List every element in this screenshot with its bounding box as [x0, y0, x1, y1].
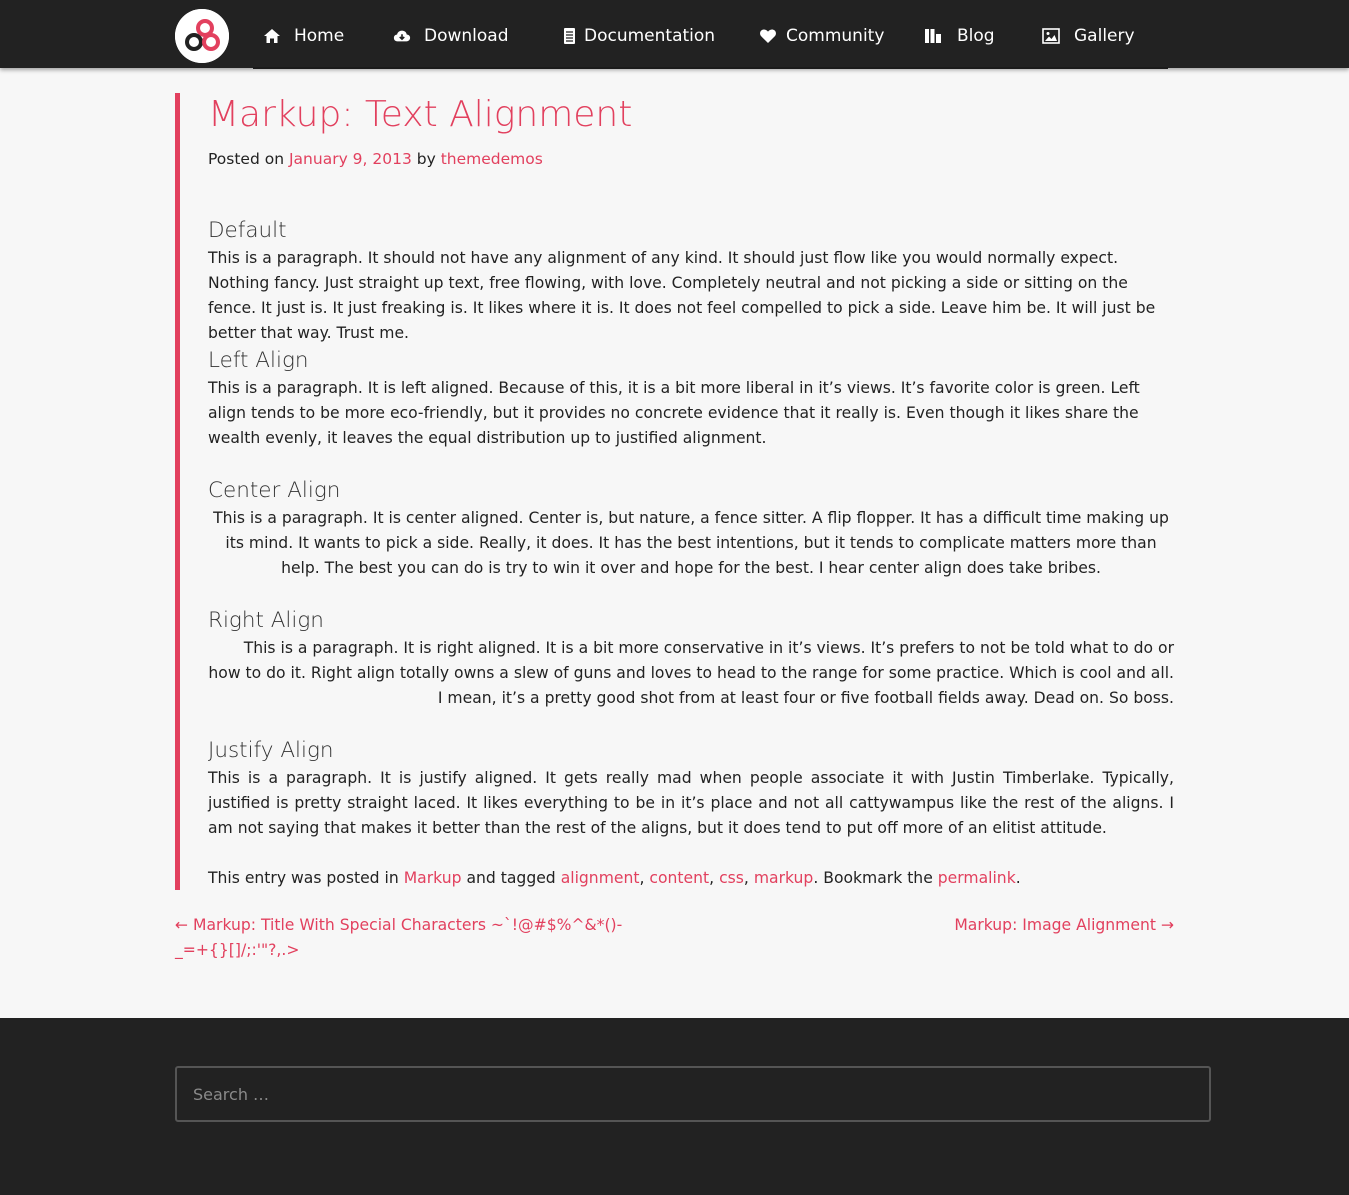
author-link[interactable]: themedemos [441, 150, 543, 168]
book-icon [924, 27, 942, 45]
posted-on-label: Posted on [208, 150, 285, 168]
tag-link-markup[interactable]: markup [754, 869, 814, 887]
permalink-link[interactable]: permalink [938, 869, 1016, 887]
entry-footer-tagged: and tagged [466, 869, 556, 887]
post-meta: Posted on January 9, 2013 by themedemos [208, 150, 543, 168]
paragraph-right-align: This is a paragraph. It is right aligned… [208, 639, 1174, 707]
article-accent-bar [175, 93, 180, 890]
tag-link-alignment[interactable]: alignment [561, 869, 640, 887]
section-heading-center-align: Center Align [208, 478, 341, 503]
document-icon [560, 27, 578, 45]
tag-link-css[interactable]: css [719, 869, 744, 887]
bookmark-text: . Bookmark the [813, 869, 933, 887]
nav-item-label: Download [424, 26, 509, 46]
post-date-link[interactable]: January 9, 2013 [289, 150, 412, 168]
search-input[interactable] [175, 1066, 1211, 1122]
entry-footer-prefix: This entry was posted in [208, 869, 399, 887]
paragraph-default: This is a paragraph. It should not have … [208, 249, 1156, 342]
home-icon [263, 27, 281, 45]
section-heading-right-align: Right Align [208, 608, 324, 633]
nav-item-gallery[interactable]: Gallery [1042, 22, 1135, 50]
nav-item-label: Community [786, 26, 885, 46]
cloud-download-icon [393, 27, 411, 45]
section-heading-left-align: Left Align [208, 348, 309, 373]
entry-footer-end: . [1015, 869, 1021, 887]
nav-item-label: Blog [957, 26, 995, 46]
next-post-link[interactable]: Markup: Image Alignment → [900, 913, 1174, 938]
nav-item-label: Home [294, 26, 345, 46]
tag-separator: , [639, 869, 645, 887]
entry-footer: This entry was posted in Markup and tagg… [208, 866, 1021, 891]
nav-item-label: Documentation [584, 26, 716, 46]
tag-separator: , [743, 869, 749, 887]
tag-link-content[interactable]: content [649, 869, 709, 887]
nav-item-label: Gallery [1074, 26, 1135, 46]
section-heading-default: Default [208, 218, 287, 243]
nav-item-community[interactable]: Community [759, 22, 884, 50]
heart-icon [759, 27, 777, 45]
page-title: Markup: Text Alignment [208, 94, 633, 135]
paragraph-justify-align: This is a paragraph. It is justify align… [208, 769, 1174, 837]
previous-post-link[interactable]: ← Markup: Title With Special Characters … [175, 913, 645, 963]
nav-item-download[interactable]: Download [393, 22, 509, 50]
nav-item-blog[interactable]: Blog [924, 22, 995, 50]
site-logo[interactable] [175, 9, 229, 63]
nav-item-documentation[interactable]: Documentation [560, 22, 715, 50]
nav-item-home[interactable]: Home [263, 22, 344, 50]
by-label: by [416, 150, 436, 168]
category-link[interactable]: Markup [404, 869, 462, 887]
paragraph-center-align: This is a paragraph. It is center aligne… [213, 509, 1169, 577]
navbar-underline [253, 67, 1168, 69]
paragraph-left-align: This is a paragraph. It is left aligned.… [208, 379, 1140, 447]
section-heading-justify-align: Justify Align [208, 738, 334, 763]
tag-separator: , [709, 869, 715, 887]
image-icon [1042, 27, 1060, 45]
